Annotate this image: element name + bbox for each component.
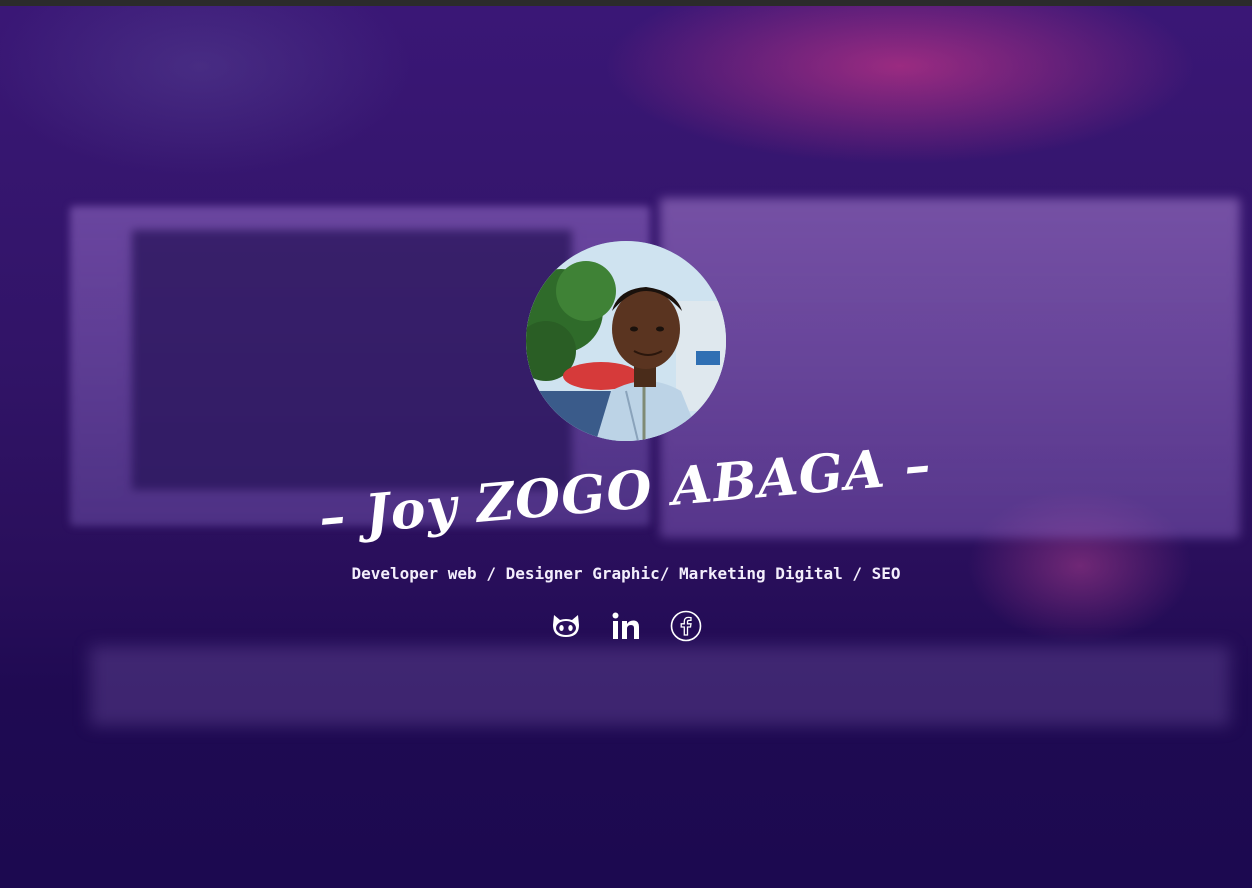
social-links xyxy=(0,610,1252,642)
profile-avatar xyxy=(526,241,726,441)
hero-section: – Joy ZOGO ABAGA – Developer web / Desig… xyxy=(0,6,1252,888)
linkedin-link[interactable] xyxy=(610,610,642,642)
github-link[interactable] xyxy=(550,610,582,642)
hero-tagline: Developer web / Designer Graphic/ Market… xyxy=(351,564,901,583)
github-icon xyxy=(553,615,579,637)
hero-content: – Joy ZOGO ABAGA – Developer web / Desig… xyxy=(0,6,1252,888)
facebook-icon xyxy=(670,610,702,642)
linkedin-icon xyxy=(612,612,639,639)
facebook-link[interactable] xyxy=(670,610,702,642)
